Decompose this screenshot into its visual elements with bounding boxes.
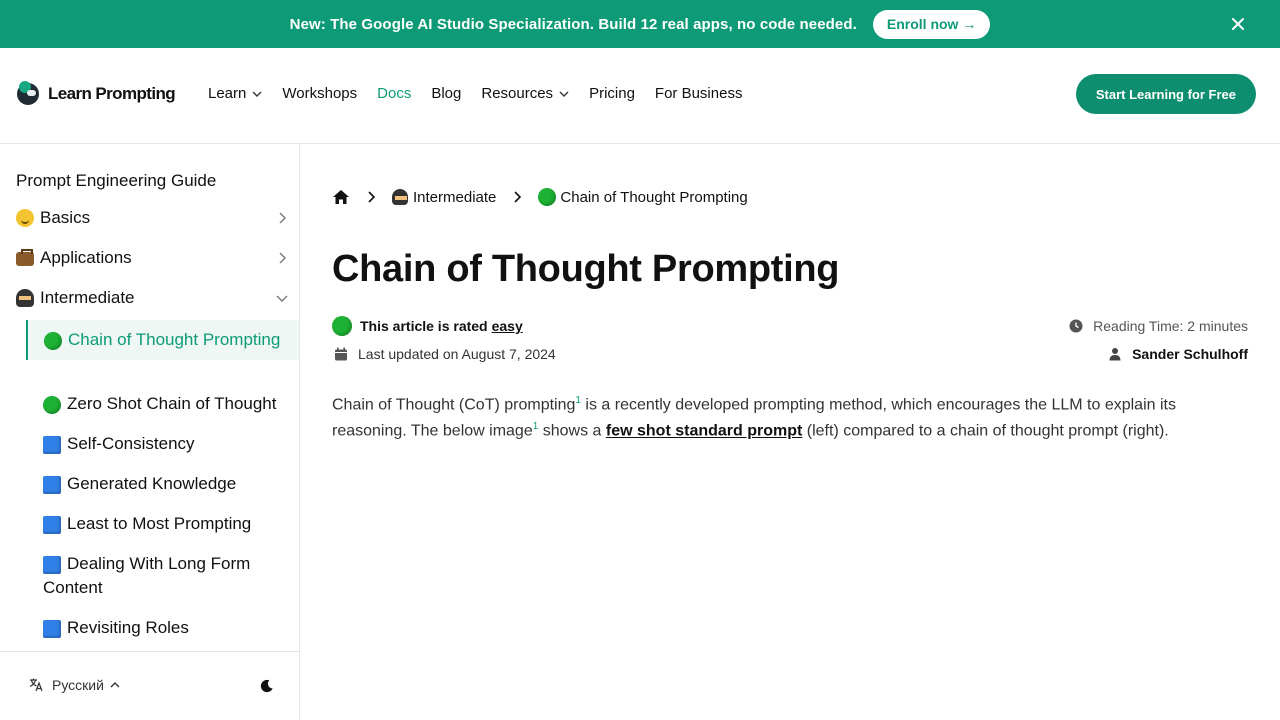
author[interactable]: Sander Schulhoff [1108,346,1248,362]
green-circle-icon [43,395,61,414]
enroll-now-button[interactable]: Enroll now → [872,9,991,39]
sidebar-item-generated-knowledge[interactable]: Generated Knowledge [27,472,300,496]
chevron-right-icon [514,191,522,203]
last-updated: Last updated on August 7, 2024 [332,346,556,362]
user-icon [1109,348,1121,361]
green-circle-icon [538,188,557,206]
article-intro: Chain of Thought (CoT) prompting1 is a r… [332,395,1176,440]
blue-square-icon [43,619,61,638]
nav-docs[interactable]: Docs [377,85,411,102]
translate-icon [29,678,43,692]
chevron-right-icon [368,191,376,203]
nav-resources[interactable]: Resources [481,85,569,102]
sidebar: Prompt Engineering Guide Basics Applicat… [0,144,300,720]
promo-banner: New: The Google AI Studio Specialization… [0,0,1280,48]
chevron-down-icon [276,295,288,302]
green-circle-icon [332,316,352,336]
reading-time: Reading Time: 2 minutes [1069,318,1248,334]
sidebar-item-zero-shot-cot[interactable]: Zero Shot Chain of Thought [27,392,300,416]
logo-icon [17,81,39,105]
chevron-up-icon [110,682,120,688]
main-nav: Learn Workshops Docs Blog Resources Pric… [208,85,762,102]
nav-workshops[interactable]: Workshops [282,85,357,102]
close-icon[interactable] [1228,14,1248,34]
difficulty-rating: This article is rated easy [332,316,523,336]
green-circle-icon [44,331,62,350]
chevron-right-icon [279,212,286,224]
chevron-down-icon [559,91,569,97]
main-content: Intermediate Chain of Thought Prompting … [300,144,1280,720]
breadcrumb: Intermediate Chain of Thought Prompting [332,188,748,206]
meta-row-2: Last updated on August 7, 2024 Sander Sc… [332,346,1248,362]
sidebar-item-self-consistency[interactable]: Self-Consistency [27,432,300,456]
clock-icon [1069,319,1083,333]
banner-text: New: The Google AI Studio Specialization… [289,15,857,33]
sidebar-category-basics[interactable]: Basics [16,208,288,228]
meta-row-1: This article is rated easy Reading Time:… [332,316,1248,336]
sidebar-title[interactable]: Prompt Engineering Guide [16,171,216,191]
sidebar-item-long-form-content[interactable]: Dealing With Long Form Content [27,552,300,600]
logo-text: Learn Prompting [48,84,176,103]
nav-blog[interactable]: Blog [431,85,461,102]
blue-square-icon [43,475,61,494]
sidebar-item-least-to-most[interactable]: Least to Most Prompting [27,512,300,536]
sidebar-category-intermediate[interactable]: Intermediate [16,288,288,308]
smile-icon [16,209,34,227]
nav-pricing[interactable]: Pricing [589,85,635,102]
blue-square-icon [43,435,61,454]
moon-icon[interactable] [259,679,274,694]
calendar-icon [335,347,347,361]
ninja-icon [16,289,34,307]
difficulty-link[interactable]: easy [492,318,523,334]
chevron-right-icon [279,252,286,264]
blue-square-icon [43,555,61,574]
logo[interactable]: Learn Prompting [17,81,176,105]
few-shot-link[interactable]: few shot standard prompt [606,423,802,440]
breadcrumb-intermediate[interactable]: Intermediate [392,189,496,206]
page-title: Chain of Thought Prompting [332,248,840,290]
ninja-icon [392,189,408,205]
home-icon[interactable] [332,189,350,205]
chevron-down-icon [252,91,262,97]
briefcase-icon [16,249,34,266]
nav-learn[interactable]: Learn [208,85,262,102]
blue-square-icon [43,515,61,534]
language-selector[interactable]: Русский [28,677,120,693]
sidebar-footer: Русский [0,651,299,720]
sidebar-item-chain-of-thought[interactable]: Chain of Thought Prompting [26,320,299,360]
site-header: Learn Prompting Learn Workshops Docs Blo… [0,48,1280,144]
breadcrumb-current[interactable]: Chain of Thought Prompting [538,188,748,206]
sidebar-item-revisiting-roles[interactable]: Revisiting Roles [27,616,300,640]
nav-for-business[interactable]: For Business [655,85,743,102]
start-learning-button[interactable]: Start Learning for Free [1075,74,1256,114]
sidebar-category-applications[interactable]: Applications [16,248,288,268]
